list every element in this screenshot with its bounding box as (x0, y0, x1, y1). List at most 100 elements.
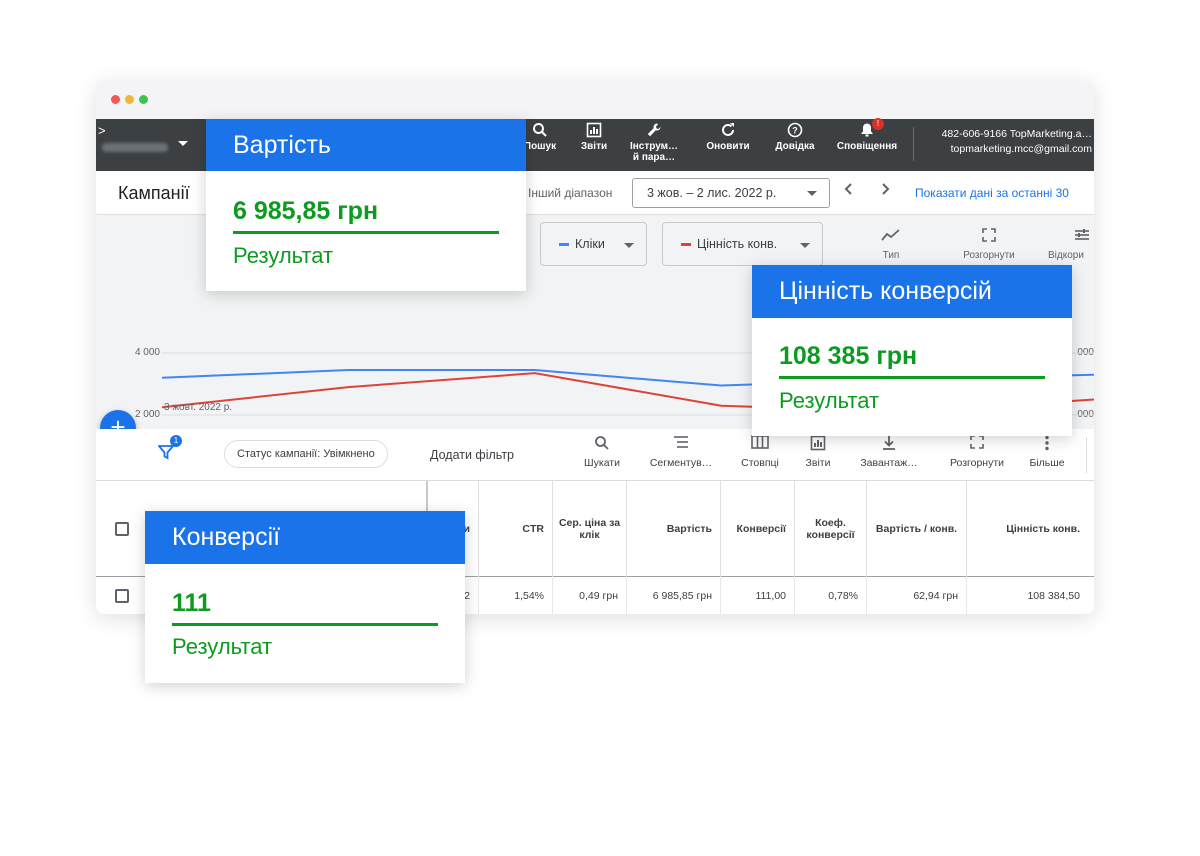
header-conv-value[interactable]: Цінність конв. (966, 481, 1088, 577)
toolbar-notifications-button[interactable]: ! Сповіщення (832, 118, 902, 171)
toolbar-refresh-label: Оновити (706, 141, 750, 152)
filter-bar-divider (1086, 437, 1087, 473)
header-cost[interactable]: Вартість (626, 481, 720, 577)
select-all-checkbox[interactable] (115, 522, 129, 536)
columns-button[interactable]: Стовпці (736, 435, 784, 469)
toolbar-search-button[interactable]: Пошук (520, 119, 560, 171)
data-point (720, 385, 722, 387)
segment-icon (646, 435, 716, 457)
prev-period-icon[interactable] (842, 180, 856, 201)
date-range-picker[interactable]: 3 жов. – 2 лис. 2022 р. (632, 178, 830, 208)
data-point (720, 405, 722, 407)
cost-card-underline (233, 231, 499, 234)
header-avg-cpc[interactable]: Сер. ціна за клік (552, 481, 626, 577)
cost-card-title: Вартість (206, 119, 526, 171)
cost-card-value: 6 985,85 грн (233, 197, 379, 225)
toolbar-help-button[interactable]: ? Довідка (768, 119, 822, 171)
filter-icon[interactable] (157, 444, 175, 465)
conv-value-card-underline (779, 376, 1045, 379)
account-id: 482-606-9166 TopMarketing.a… (941, 128, 1092, 140)
toolbar-divider (913, 127, 914, 161)
reports-icon (574, 119, 614, 141)
toolbar-reports-label: Звіти (580, 141, 608, 152)
conversions-card-title: Конверсії (145, 511, 465, 564)
chevron-down-icon (807, 191, 817, 196)
table-reports-button[interactable]: Звіти (800, 435, 836, 469)
cell-cost-per-conv: 62,94 грн (866, 578, 966, 614)
close-window-dot[interactable] (111, 95, 120, 104)
conv-value-card-value: 108 385 грн (779, 342, 918, 370)
columns-icon (736, 435, 784, 457)
add-filter-button[interactable]: Додати фільтр (430, 448, 514, 462)
data-point (347, 369, 349, 371)
conversions-card-underline (172, 623, 438, 626)
page-title: Кампанії (118, 183, 190, 203)
wrench-icon (626, 119, 682, 141)
toolbar-reports-button[interactable]: Звіти (574, 119, 614, 171)
header-conversions[interactable]: Конверсії (720, 481, 794, 577)
segment-label: Сегментув… (649, 457, 713, 469)
table-expand-label: Розгорнути (949, 457, 1005, 469)
header-conv-rate[interactable]: Коеф. конверсії (794, 481, 866, 577)
cell-conversions: 111,00 (720, 578, 794, 614)
conv-value-highlight-card: Цінність конверсій 108 385 грн Результат (752, 265, 1072, 436)
account-name-blurred (102, 143, 168, 152)
next-period-icon[interactable] (878, 180, 892, 201)
reports-icon (800, 435, 836, 457)
minimize-window-dot[interactable] (125, 95, 134, 104)
data-point (347, 386, 349, 388)
cell-ctr: 1,54% (478, 578, 552, 614)
data-point (534, 372, 536, 374)
y-tick-4000: 4 000 (134, 347, 160, 358)
download-label: Завантаж… (860, 457, 918, 469)
filter-count-badge: 1 (170, 435, 182, 447)
conv-value-card-result: Результат (779, 388, 880, 413)
download-icon (852, 435, 926, 457)
expand-icon (942, 435, 1012, 457)
filter-bar: 1 Статус кампанії: Увімкнено Додати філь… (96, 429, 1094, 481)
header-ctr[interactable]: CTR (478, 481, 552, 577)
stage: > Пошук Звіти Інструм… й пара… Оновити ?… (0, 0, 1200, 856)
toolbar-search-label: Пошук (523, 141, 557, 152)
more-label: Більше (1029, 457, 1065, 469)
show-last-30-days-link[interactable]: Показати дані за останні 30 (915, 186, 1069, 200)
x-tick-start: 3 жовт. 2022 р. (164, 402, 233, 413)
maximize-window-dot[interactable] (139, 95, 148, 104)
account-email: topmarketing.mcc@gmail.com (950, 143, 1092, 155)
segment-button[interactable]: Сегментув… (646, 435, 716, 469)
date-range-label: Інший діапазон (528, 186, 613, 200)
campaign-status-filter-chip[interactable]: Статус кампанії: Увімкнено (224, 440, 388, 468)
conv-value-card-title: Цінність конверсій (752, 265, 1072, 318)
search-table-button[interactable]: Шукати (580, 435, 624, 469)
cell-avg-cpc: 0,49 грн (552, 578, 626, 614)
notification-badge: ! (872, 118, 884, 130)
more-icon (1024, 435, 1070, 457)
toolbar-notifications-label: Сповіщення (836, 141, 898, 152)
toolbar-tools-label: Інструм… й пара… (629, 141, 679, 163)
conversions-highlight-card: Конверсії 111 Результат (145, 511, 465, 683)
cell-cost: 6 985,85 грн (626, 578, 720, 614)
date-range-value: 3 жов. – 2 лис. 2022 р. (647, 186, 777, 200)
account-info[interactable]: 482-606-9166 TopMarketing.a… topmarketin… (920, 127, 1092, 157)
download-button[interactable]: Завантаж… (852, 435, 926, 469)
cost-card-result: Результат (233, 243, 334, 268)
row-checkbox[interactable] (115, 589, 129, 603)
cell-conv-value: 108 384,50 (966, 578, 1088, 614)
more-button[interactable]: Більше (1024, 435, 1070, 469)
table-reports-label: Звіти (805, 457, 831, 469)
table-expand-button[interactable]: Розгорнути (942, 435, 1012, 469)
cell-conv-rate: 0,78% (794, 578, 866, 614)
search-icon (580, 435, 624, 457)
columns-label: Стовпці (741, 457, 779, 469)
account-chevron-icon[interactable]: > (98, 123, 106, 138)
conversions-card-result: Результат (172, 634, 273, 659)
refresh-icon (700, 119, 756, 141)
toolbar-refresh-button[interactable]: Оновити (700, 119, 756, 171)
account-dropdown-icon[interactable] (178, 141, 188, 146)
help-icon: ? (768, 119, 822, 141)
toolbar-tools-button[interactable]: Інструм… й пара… (626, 119, 682, 171)
bell-icon: ! (832, 118, 902, 141)
header-cost-per-conv[interactable]: Вартість / конв. (866, 481, 966, 577)
search-table-label: Шукати (584, 457, 620, 469)
data-point (534, 369, 536, 371)
